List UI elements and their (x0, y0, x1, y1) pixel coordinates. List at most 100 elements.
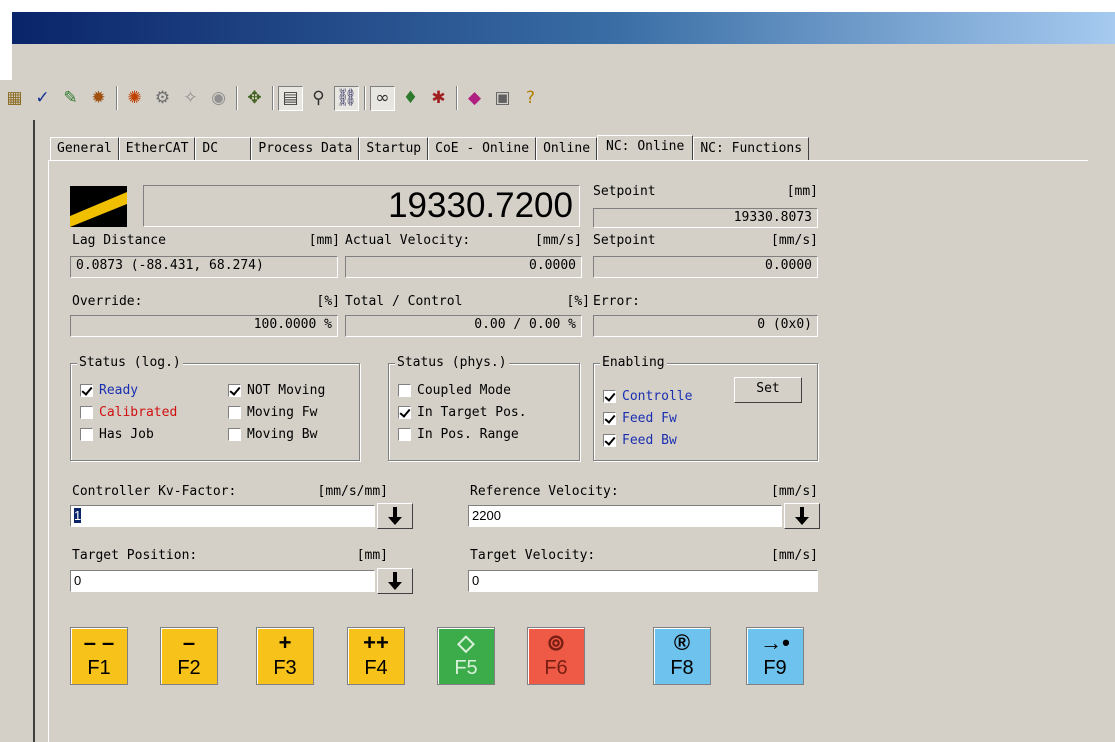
target-position-input[interactable]: 0 (70, 570, 375, 592)
tab-general[interactable]: General (50, 137, 119, 161)
moving-bw-checkbox[interactable]: Moving Bw (228, 427, 317, 442)
check-icon[interactable]: ✓ (30, 86, 55, 111)
setpoint-position-unit: [mm] (786, 184, 818, 199)
f9-home-button[interactable]: →• F9 (746, 627, 804, 685)
fkey-symbol: – (182, 630, 196, 655)
book-icon[interactable]: ◆ (462, 86, 487, 111)
feed-fw-box[interactable] (603, 412, 616, 425)
calibrated-box[interactable] (80, 406, 93, 419)
gear-icon[interactable]: ◉ (206, 86, 231, 111)
feed-bw-checkbox[interactable]: Feed Bw (603, 433, 677, 448)
scan-icon[interactable]: ⚙ (150, 86, 175, 111)
ready-label: Ready (99, 383, 139, 398)
f2-jog-backward-button[interactable]: – F2 (160, 627, 218, 685)
toolbar-separator (116, 86, 118, 110)
setpoint-position-label: Setpoint (593, 184, 656, 199)
document-icon[interactable]: ▤ (278, 85, 303, 111)
cascade-windows-icon[interactable]: ▦ (2, 86, 27, 111)
fkey-label: F1 (87, 657, 111, 679)
error-label: Error: (593, 294, 640, 309)
controller-enable-box[interactable] (603, 390, 616, 403)
calibrated-checkbox[interactable]: Calibrated (80, 405, 177, 420)
fkey-symbol: →• (760, 630, 790, 655)
tab-ethercat[interactable]: EtherCAT (118, 137, 196, 161)
ready-checkbox[interactable]: Ready (80, 383, 138, 398)
fkey-symbol: ⊚ (546, 630, 566, 655)
moving-bw-box[interactable] (228, 428, 241, 441)
f4-jog-fast-forward-button[interactable]: ++ F4 (347, 627, 405, 685)
tab-dc[interactable]: DC (195, 137, 252, 161)
debug-icon[interactable]: ✱ (426, 86, 451, 111)
in-target-pos-checkbox[interactable]: In Target Pos. (398, 405, 527, 420)
actual-position-display: 19330.7200 (143, 185, 580, 227)
ready-box[interactable] (80, 384, 93, 397)
moving-fw-label: Moving Fw (247, 405, 318, 420)
tab-startup[interactable]: Startup (359, 137, 429, 161)
f5-start-button[interactable]: ◇ F5 (437, 627, 495, 685)
glasses-icon[interactable]: ∞ (370, 85, 395, 111)
lag-distance-label: Lag Distance (72, 233, 166, 248)
moving-fw-box[interactable] (228, 406, 241, 419)
activate-icon[interactable]: ✹ (86, 86, 111, 111)
f3-jog-forward-button[interactable]: + F3 (256, 627, 314, 685)
controller-enable-checkbox[interactable]: Controlle (603, 389, 692, 404)
title-bar (12, 12, 1115, 44)
arrow-icon[interactable]: ✥ (242, 86, 267, 111)
in-target-pos-box[interactable] (398, 406, 411, 419)
setpoint-position-value: 19330.8073 (593, 208, 818, 228)
tab-coe-online[interactable]: CoE - Online (428, 137, 537, 161)
target-velocity-input[interactable]: 0 (468, 570, 818, 592)
search-icon[interactable]: ⚲ (306, 86, 331, 111)
tab-online[interactable]: Online (536, 137, 598, 161)
in-pos-range-box[interactable] (398, 428, 411, 441)
not-moving-label: NOT Moving (247, 383, 326, 398)
mapping-icon[interactable]: ⛓ (334, 85, 359, 111)
fkey-label: F3 (273, 657, 297, 679)
fkey-label: F2 (177, 657, 201, 679)
tab-strip: General EtherCAT DC Process Data Startup… (50, 135, 810, 161)
moving-bw-label: Moving Bw (247, 427, 318, 442)
not-moving-box[interactable] (228, 384, 241, 397)
has-job-box[interactable] (80, 428, 93, 441)
reference-velocity-download-button[interactable] (784, 503, 820, 529)
f6-stop-button[interactable]: ⊚ F6 (527, 627, 585, 685)
has-job-checkbox[interactable]: Has Job (80, 427, 154, 442)
magic-wand-icon[interactable]: ✧ (178, 86, 203, 111)
status-log-title: Status (log.) (77, 355, 183, 370)
fkey-label: F8 (670, 657, 694, 679)
menu-bar (12, 44, 1115, 80)
override-unit: [%] (316, 294, 340, 309)
tab-process-data[interactable]: Process Data (251, 137, 360, 161)
build-icon[interactable]: ✎ (58, 86, 83, 111)
help-icon[interactable]: ? (518, 86, 543, 111)
coupled-mode-checkbox[interactable]: Coupled Mode (398, 383, 511, 398)
target-position-label: Target Position: (72, 548, 198, 563)
override-label: Override: (72, 294, 143, 309)
target-velocity-label: Target Velocity: (470, 548, 596, 563)
coupled-mode-box[interactable] (398, 384, 411, 397)
tab-nc-online[interactable]: NC: Online (597, 135, 694, 161)
person-icon[interactable]: ♦ (398, 86, 423, 111)
network-icon[interactable]: ✺ (122, 86, 147, 111)
feed-bw-box[interactable] (603, 434, 616, 447)
in-pos-range-label: In Pos. Range (417, 427, 519, 442)
feed-fw-checkbox[interactable]: Feed Fw (603, 411, 677, 426)
f8-reset-button[interactable]: ® F8 (653, 627, 711, 685)
moving-fw-checkbox[interactable]: Moving Fw (228, 405, 317, 420)
f1-jog-fast-backward-button[interactable]: – – F1 (70, 627, 128, 685)
info-icon[interactable]: ▣ (490, 86, 515, 111)
setpoint-velocity-unit: [mm/s] (771, 233, 818, 248)
toolbar-separator (272, 86, 274, 110)
in-pos-range-checkbox[interactable]: In Pos. Range (398, 427, 519, 442)
kv-factor-input[interactable]: 1 (70, 505, 375, 527)
fkey-label: F9 (763, 657, 787, 679)
total-control-unit: [%] (566, 294, 590, 309)
reference-velocity-input[interactable]: 2200 (468, 505, 782, 527)
tab-nc-functions[interactable]: NC: Functions (693, 137, 810, 161)
not-moving-checkbox[interactable]: NOT Moving (228, 383, 325, 398)
kv-factor-download-button[interactable] (377, 503, 413, 529)
reference-velocity-label: Reference Velocity: (470, 484, 619, 499)
target-position-download-button[interactable] (377, 568, 413, 594)
calibrated-label: Calibrated (99, 405, 178, 420)
set-enabling-button[interactable]: Set (734, 377, 802, 403)
